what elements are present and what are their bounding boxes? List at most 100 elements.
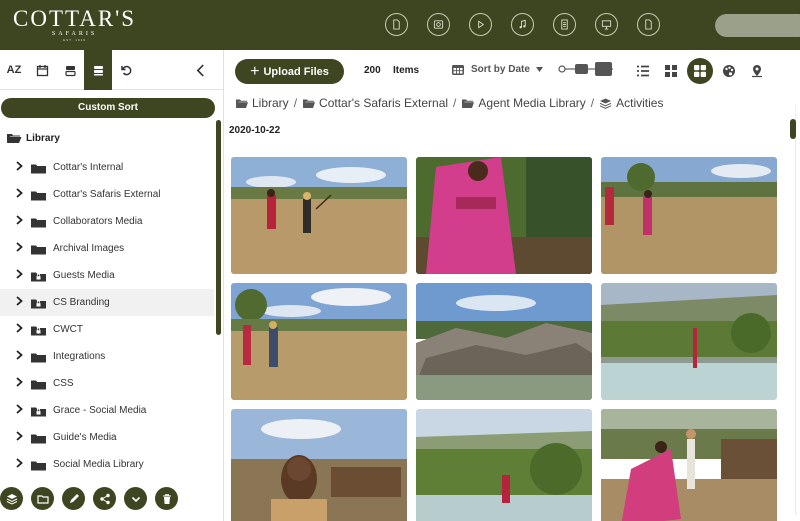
calendar-grid-icon: [452, 65, 464, 75]
sidebar-scrollbar[interactable]: [216, 120, 221, 335]
chevron-right-icon[interactable]: [16, 323, 27, 336]
media-thumbnail[interactable]: [416, 157, 592, 274]
chevron-down-icon[interactable]: [124, 487, 147, 510]
thumbnail-size-slider[interactable]: [558, 61, 616, 77]
sidebar-folder-item[interactable]: Cottar's Safaris External: [0, 181, 214, 208]
layers-icon: [599, 98, 612, 109]
layers-icon[interactable]: [56, 50, 84, 90]
sidebar-folder-item[interactable]: Archival Images: [0, 235, 214, 262]
chevron-right-icon[interactable]: [16, 377, 27, 390]
sidebar-folder-item[interactable]: Integrations: [0, 343, 214, 370]
large-grid-view-icon[interactable]: [687, 58, 713, 84]
chevron-right-icon[interactable]: [16, 161, 27, 174]
breadcrumb-item[interactable]: Activities: [616, 96, 663, 110]
chevron-right-icon[interactable]: [16, 296, 27, 309]
sidebar-folder-item[interactable]: Collaborators Media: [0, 208, 214, 235]
image-icon[interactable]: [427, 13, 450, 36]
trash-icon[interactable]: [155, 487, 178, 510]
folder-icon: [31, 218, 46, 227]
text-file-icon[interactable]: [553, 13, 576, 36]
chevron-right-icon[interactable]: [16, 350, 27, 363]
locked-folder-icon: [31, 407, 46, 416]
custom-sort-button[interactable]: Custom Sort: [1, 98, 215, 118]
sidebar-folder-item[interactable]: CS Branding: [0, 289, 214, 316]
media-thumbnail[interactable]: [601, 283, 777, 400]
item-count: 200: [364, 65, 381, 76]
list-view-icon[interactable]: [630, 58, 656, 84]
sidebar-folder-item[interactable]: Cottar's Internal: [0, 154, 214, 181]
collapse-panel-icon[interactable]: [190, 60, 210, 80]
chevron-right-icon[interactable]: [16, 404, 27, 417]
sidebar-folder-item[interactable]: CSS: [0, 370, 214, 397]
breadcrumb-separator: /: [590, 96, 595, 110]
play-icon[interactable]: [469, 13, 492, 36]
brand-name: COTTAR'S: [13, 6, 137, 31]
refresh-icon[interactable]: [112, 50, 140, 90]
map-pin-icon[interactable]: [744, 58, 770, 84]
calendar-icon[interactable]: [28, 50, 56, 90]
library-root[interactable]: Library: [6, 132, 60, 144]
library-sidebar: AZ Custom Sort Library Cottar's Internal…: [0, 50, 224, 521]
folder-open-icon: [7, 134, 22, 143]
stack-icon[interactable]: [84, 50, 112, 90]
sidebar-folder-label: Integrations: [53, 351, 106, 362]
breadcrumb-item[interactable]: Library: [252, 96, 289, 110]
sidebar-folder-item[interactable]: Social Media Library: [0, 451, 214, 478]
caret-down-icon: [535, 67, 543, 72]
plus-icon: +: [250, 62, 260, 80]
sidebar-folder-label: Guests Media: [53, 270, 115, 281]
folder-icon: [31, 191, 46, 200]
share-icon[interactable]: [93, 487, 116, 510]
stack-layers-icon[interactable]: [0, 487, 23, 510]
breadcrumb-item[interactable]: Agent Media Library: [478, 96, 585, 110]
sort-by-date-dropdown[interactable]: Sort by Date: [451, 63, 543, 76]
search-box[interactable]: [715, 14, 800, 37]
palette-icon[interactable]: [716, 58, 742, 84]
locked-folder-icon: [31, 272, 46, 281]
chevron-right-icon[interactable]: [16, 188, 27, 201]
brand-tagline: EST. 1919: [63, 38, 86, 42]
pencil-icon[interactable]: [62, 487, 85, 510]
chevron-right-icon[interactable]: [16, 269, 27, 282]
small-grid-view-icon[interactable]: [658, 58, 684, 84]
top-bar: COTTAR'S SAFARIS EST. 1919: [0, 0, 800, 50]
chevron-right-icon[interactable]: [16, 458, 27, 471]
brand-sub: SAFARIS: [51, 31, 98, 37]
folder-open-icon: [303, 99, 316, 108]
media-type-filters: [385, 13, 660, 36]
chevron-right-icon[interactable]: [16, 215, 27, 228]
upload-files-button[interactable]: + Upload Files: [235, 59, 344, 84]
sidebar-folder-item[interactable]: Grace - Social Media: [0, 397, 214, 424]
chevron-right-icon[interactable]: [16, 242, 27, 255]
folder-open-icon: [462, 99, 475, 108]
sort-az-button[interactable]: AZ: [0, 50, 28, 90]
folder-icon[interactable]: [31, 487, 54, 510]
media-thumbnail[interactable]: [601, 409, 777, 521]
sidebar-folder-label: CS Branding: [53, 297, 110, 308]
media-panel: + Upload Files 200 Items Sort by Date Li…: [225, 50, 800, 521]
media-thumbnail[interactable]: [416, 283, 592, 400]
media-thumbnail[interactable]: [231, 283, 407, 400]
item-count-label: Items: [393, 65, 420, 76]
brand-logo[interactable]: COTTAR'S SAFARIS EST. 1919: [13, 6, 137, 42]
media-thumbnail[interactable]: [416, 409, 592, 521]
locked-folder-icon: [31, 299, 46, 308]
folder-tree: Cottar's Internal Cottar's Safaris Extern…: [0, 154, 214, 478]
media-thumbnail[interactable]: [231, 157, 407, 274]
media-thumbnail[interactable]: [601, 157, 777, 274]
presentation-icon[interactable]: [595, 13, 618, 36]
sidebar-folder-label: Social Media Library: [53, 459, 144, 470]
breadcrumb-item[interactable]: Cottar's Safaris External: [319, 96, 448, 110]
sidebar-folder-item[interactable]: CWCT: [0, 316, 214, 343]
document-icon[interactable]: [385, 13, 408, 36]
sidebar-folder-item[interactable]: Guests Media: [0, 262, 214, 289]
folder-icon: [31, 353, 46, 362]
file-icon[interactable]: [637, 13, 660, 36]
music-icon[interactable]: [511, 13, 534, 36]
sidebar-folder-label: Grace - Social Media: [53, 405, 147, 416]
media-thumbnail[interactable]: [231, 409, 407, 521]
chevron-right-icon[interactable]: [16, 431, 27, 444]
content-scrollbar[interactable]: [790, 119, 796, 139]
sort-by-date-label: Sort by Date: [471, 64, 530, 75]
sidebar-folder-item[interactable]: Guide's Media: [0, 424, 214, 451]
